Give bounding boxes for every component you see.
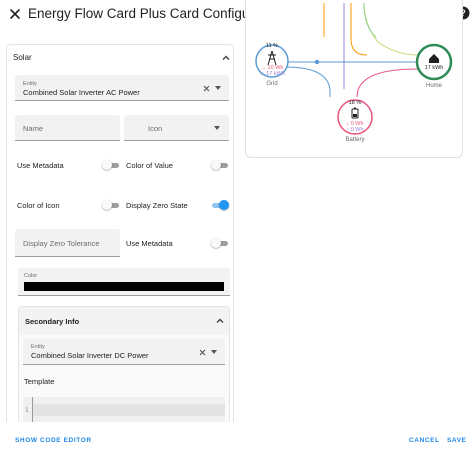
secondary-entity-field[interactable]: Entity Combined Solar Inverter DC Power bbox=[23, 339, 225, 365]
close-button[interactable] bbox=[6, 5, 24, 23]
template-label: Template bbox=[24, 377, 55, 386]
code-gutter: 1 bbox=[23, 397, 33, 422]
solar-flow-line bbox=[363, 2, 419, 56]
secondary-entity-value: Combined Solar Inverter DC Power bbox=[31, 351, 149, 360]
solar-entity-value: Combined Solar Inverter AC Power bbox=[23, 88, 140, 97]
home-value: 17 kWh bbox=[424, 65, 444, 71]
chevron-up-icon[interactable] bbox=[221, 53, 231, 63]
energy-flow-card: 11 % → 10 Wh ← 17 kWh Grid 17 kWh Home 1… bbox=[245, 0, 463, 158]
color-label: Color bbox=[24, 273, 38, 279]
grid-return: ← 17 kWh bbox=[259, 71, 285, 77]
solar-section-header[interactable]: Solar bbox=[7, 45, 233, 71]
display-zero-state-switch[interactable] bbox=[211, 200, 229, 210]
solar-icon-placeholder: Icon bbox=[148, 124, 163, 133]
dropdown-arrow-icon[interactable] bbox=[211, 350, 217, 354]
dropdown-arrow-icon[interactable] bbox=[215, 86, 221, 90]
color-swatch[interactable] bbox=[24, 282, 224, 291]
battery-to-home-line bbox=[356, 68, 418, 98]
display-zero-tolerance-input[interactable]: Display Zero Tolerance bbox=[15, 229, 120, 257]
flow-lines bbox=[255, 2, 453, 135]
solar-section-title: Solar bbox=[13, 53, 32, 62]
code-active-line[interactable] bbox=[33, 404, 225, 416]
solar-icon-picker[interactable]: Icon bbox=[124, 115, 229, 141]
save-button[interactable]: SAVE bbox=[447, 437, 467, 444]
solar-name-placeholder: Name bbox=[23, 124, 44, 133]
card-preview: 11 % → 10 Wh ← 17 kWh Grid 17 kWh Home 1… bbox=[239, 0, 474, 170]
solar-entity-label: Entity bbox=[23, 81, 37, 87]
code-line-number: 1 bbox=[25, 407, 29, 414]
show-code-editor-button[interactable]: SHOW CODE EDITOR bbox=[15, 437, 92, 444]
cancel-button[interactable]: CANCEL bbox=[409, 437, 440, 444]
home-label: Home bbox=[425, 83, 442, 89]
clear-icon[interactable] bbox=[199, 349, 206, 356]
use-metadata-label: Use Metadata bbox=[17, 161, 64, 170]
color-of-icon-switch[interactable] bbox=[102, 200, 120, 210]
color-of-icon-label: Color of Icon bbox=[17, 201, 60, 210]
color-of-value-switch[interactable] bbox=[211, 160, 229, 170]
card-editor: Solar Entity Combined Solar Inverter AC … bbox=[4, 30, 237, 422]
dropdown-arrow-icon[interactable] bbox=[214, 126, 220, 130]
return-line bbox=[363, 2, 377, 38]
display-zero-tolerance-placeholder: Display Zero Tolerance bbox=[23, 239, 100, 248]
clear-icon[interactable] bbox=[203, 85, 210, 92]
chevron-up-icon[interactable] bbox=[215, 316, 225, 326]
flow-dot bbox=[314, 59, 320, 65]
use-metadata-2-switch[interactable] bbox=[211, 238, 229, 248]
use-metadata-2-label: Use Metadata bbox=[126, 239, 173, 248]
battery-label: Battery bbox=[345, 137, 365, 143]
template-code-editor[interactable]: 1 bbox=[23, 397, 225, 422]
use-metadata-switch[interactable] bbox=[102, 160, 120, 170]
close-icon bbox=[10, 9, 20, 19]
secondary-info-header[interactable]: Secondary Info bbox=[19, 307, 229, 335]
color-of-value-label: Color of Value bbox=[126, 161, 173, 170]
battery-percent: 18 % bbox=[348, 100, 362, 106]
secondary-info-section: Secondary Info Entity Combined Solar Inv… bbox=[18, 306, 230, 422]
solar-entity-field[interactable]: Entity Combined Solar Inverter AC Power bbox=[15, 75, 229, 101]
secondary-entity-label: Entity bbox=[31, 344, 45, 350]
secondary-info-title: Secondary Info bbox=[25, 317, 80, 326]
grid-label: Grid bbox=[266, 81, 278, 87]
solar-name-input[interactable]: Name bbox=[15, 115, 120, 141]
display-zero-state-label: Display Zero State bbox=[126, 201, 188, 210]
color-field[interactable]: Color bbox=[18, 268, 230, 296]
battery-out: ↑ 0 Wh bbox=[346, 127, 364, 133]
grid-to-battery-line bbox=[284, 66, 331, 97]
grid-percent: 11 % bbox=[265, 43, 279, 49]
